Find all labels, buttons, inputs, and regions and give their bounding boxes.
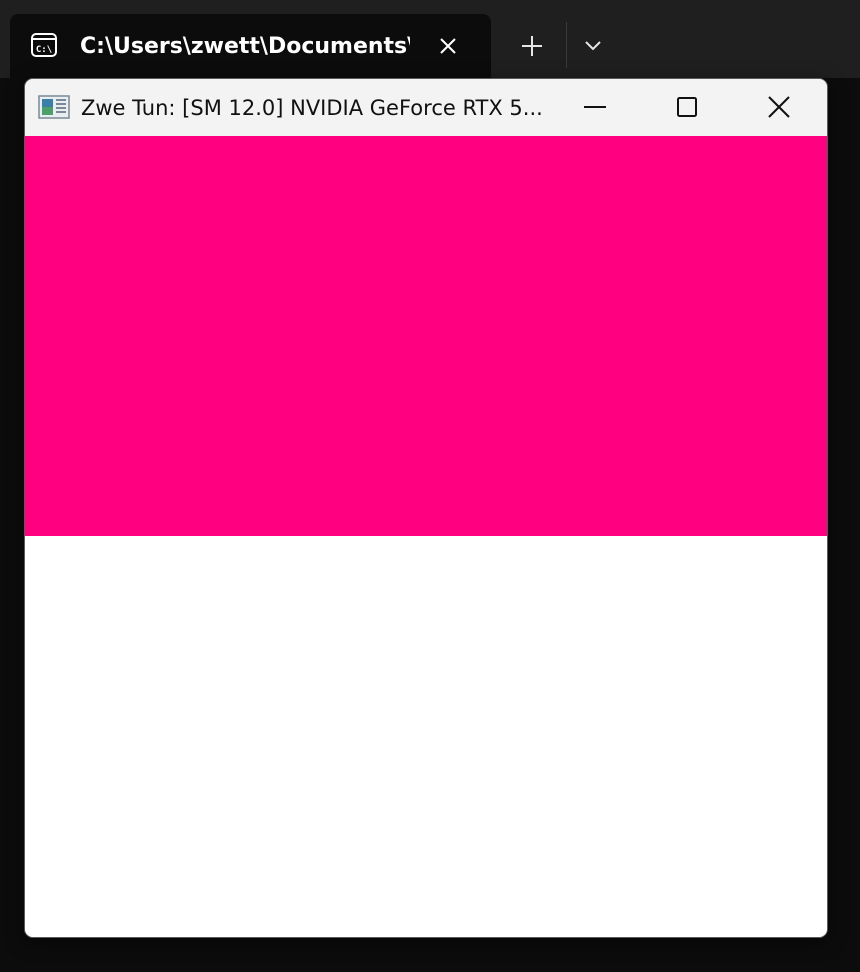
terminal-tab-bar: C:\ C:\Users\zwett\Documents\GI: [0, 0, 860, 78]
window-title-bar[interactable]: Zwe Tun: [SM 12.0] NVIDIA GeForce RTX 5.…: [25, 79, 827, 136]
clear-color-region: [25, 136, 827, 536]
terminal-icon: C:\: [30, 31, 58, 59]
minimize-icon: [584, 106, 606, 108]
app-window: Zwe Tun: [SM 12.0] NVIDIA GeForce RTX 5.…: [24, 78, 828, 938]
chevron-down-icon: [585, 41, 601, 51]
maximize-button[interactable]: [641, 79, 733, 136]
close-icon[interactable]: [434, 32, 462, 60]
maximize-icon: [677, 97, 697, 117]
app-window-icon: [38, 95, 70, 119]
new-tab-button[interactable]: [512, 26, 552, 66]
tab-separator: [566, 22, 567, 68]
minimize-button[interactable]: [549, 79, 641, 136]
close-icon: [768, 96, 790, 118]
svg-text:C:\: C:\: [36, 45, 52, 55]
plus-icon: [522, 36, 542, 56]
window-title: Zwe Tun: [SM 12.0] NVIDIA GeForce RTX 5.…: [81, 96, 543, 120]
tab-title: C:\Users\zwett\Documents\GI: [80, 34, 410, 59]
terminal-tab[interactable]: C:\ C:\Users\zwett\Documents\GI: [10, 14, 491, 78]
close-button[interactable]: [733, 79, 825, 136]
render-surface[interactable]: [25, 136, 827, 937]
tab-dropdown-button[interactable]: [574, 26, 612, 66]
